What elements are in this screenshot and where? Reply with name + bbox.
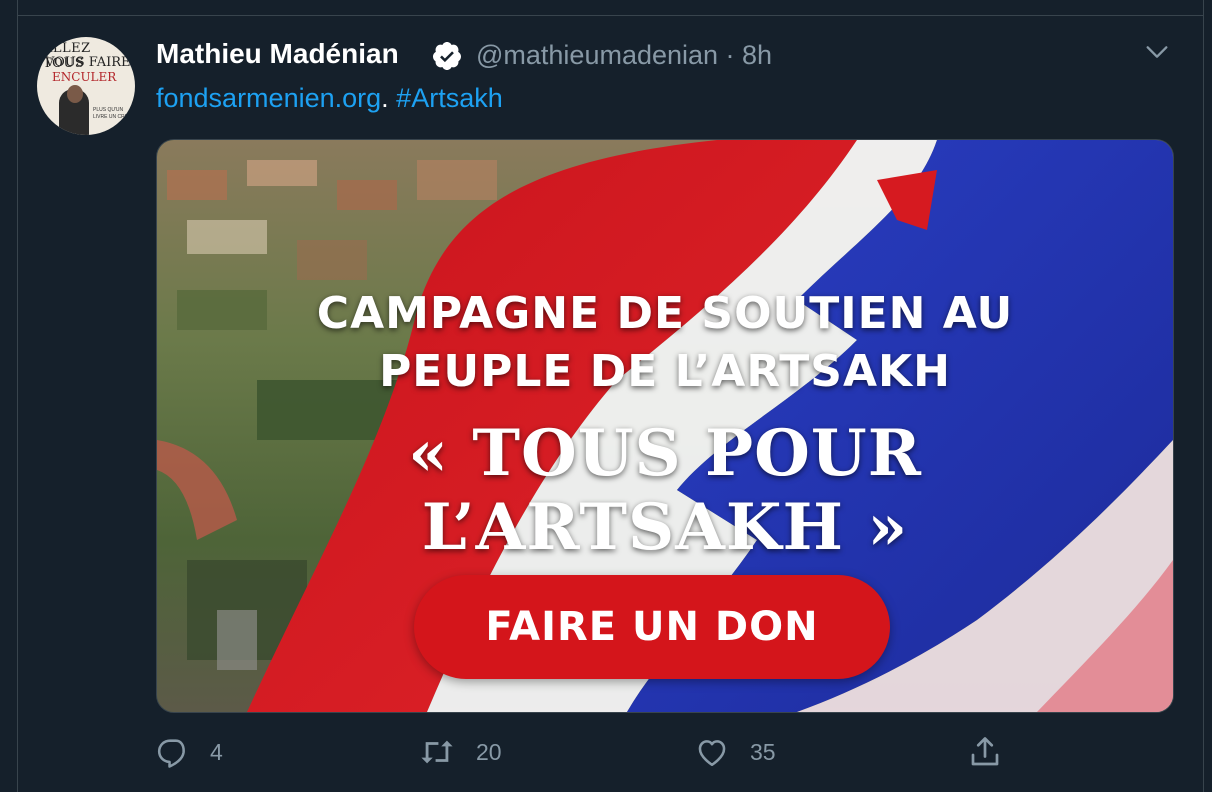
avatar-head: [67, 85, 83, 103]
card-quote-line2: L’ARTSAKH »: [421, 490, 909, 565]
retweet-count: 20: [476, 738, 502, 765]
author-handle-time[interactable]: @mathieumadenian · 8h: [476, 40, 772, 71]
timeline-right-border: [1203, 0, 1204, 792]
retweet-icon[interactable]: [418, 735, 456, 769]
tweet-link[interactable]: fondsarmenien.org: [156, 83, 381, 113]
share-action[interactable]: [966, 732, 1004, 772]
donate-button[interactable]: FAIRE UN DON: [414, 575, 890, 679]
reply-action[interactable]: 4: [156, 732, 223, 772]
chevron-down-icon[interactable]: [1143, 38, 1171, 66]
hashtag-link[interactable]: #Artsakh: [396, 83, 503, 113]
avatar-caption: PLUS QU'UN LIVRE UN CRI.: [93, 107, 128, 120]
reply-count: 4: [210, 738, 223, 765]
tweet-text: fondsarmenien.org. #Artsakh: [156, 83, 503, 114]
like-count: 35: [750, 738, 776, 765]
tweet-separator: .: [381, 83, 389, 113]
reply-icon[interactable]: [156, 735, 190, 769]
card-quote-line1: « TOUS POUR: [408, 416, 922, 491]
timeline-left-border: [17, 0, 18, 792]
avatar-text-line3: ENCULER: [52, 70, 117, 84]
avatar-text-line2: VOUS FAIRE: [45, 55, 131, 70]
top-divider: [18, 15, 1204, 16]
author-avatar[interactable]: ALLEZ TOUS VOUS FAIRE ENCULER PLUS QU'UN…: [37, 37, 135, 135]
like-icon[interactable]: [694, 735, 730, 769]
like-action[interactable]: 35: [694, 732, 776, 772]
link-card[interactable]: CAMPAGNE DE SOUTIEN AU PEUPLE DE L’ARTSA…: [156, 139, 1174, 713]
card-headline-line2: PEUPLE DE L’ARTSAKH: [379, 346, 951, 397]
author-name[interactable]: Mathieu Madénian: [156, 38, 399, 70]
retweet-action[interactable]: 20: [418, 732, 502, 772]
card-headline-line1: CAMPAGNE DE SOUTIEN AU: [316, 288, 1014, 339]
share-icon[interactable]: [966, 734, 1004, 770]
verified-badge-icon: [432, 42, 461, 70]
